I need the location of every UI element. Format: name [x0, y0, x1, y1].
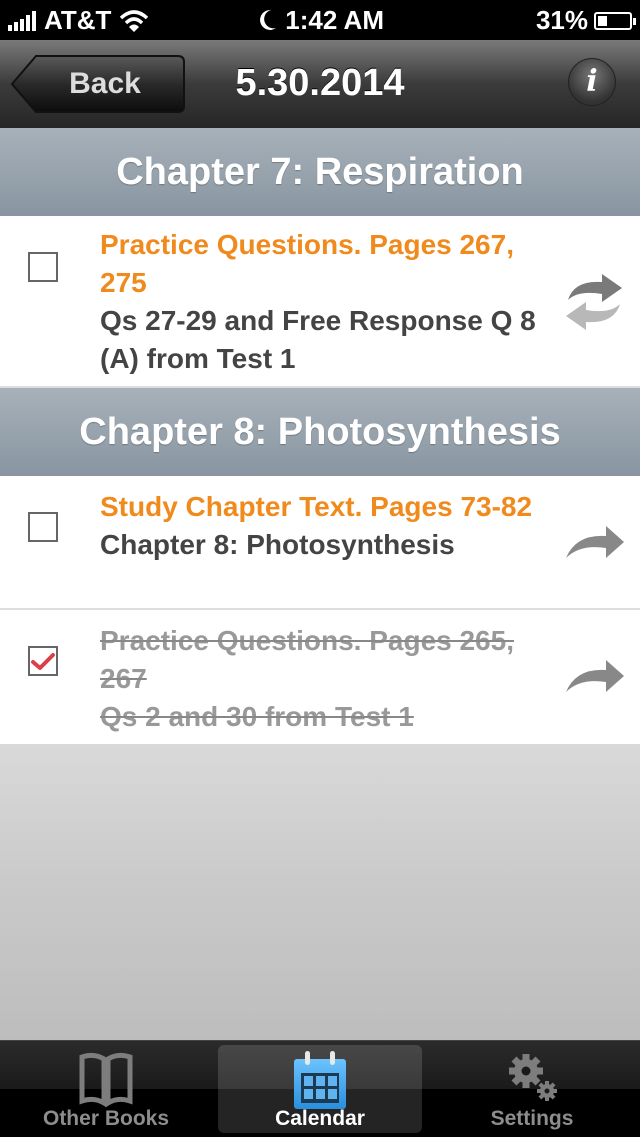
tab-label: Settings [490, 1107, 574, 1130]
tab-other-books[interactable]: Other Books [4, 1045, 208, 1133]
task-row-completed[interactable]: Practice Questions. Pages 265, 267 Qs 2 … [0, 610, 640, 744]
task-checkbox-checked[interactable] [28, 646, 58, 676]
task-row[interactable]: Study Chapter Text. Pages 73-82 Chapter … [0, 476, 640, 610]
forward-arrow-icon[interactable] [562, 514, 626, 578]
task-subtitle: Qs 2 and 30 from Test 1 [100, 701, 414, 732]
repeat-icon[interactable] [562, 270, 626, 334]
section-header-chapter-7: Chapter 7: Respiration [0, 128, 640, 216]
task-title: Practice Questions. Pages 265, 267 [100, 625, 514, 694]
tab-settings[interactable]: Settings [430, 1045, 634, 1133]
calendar-icon [294, 1051, 346, 1109]
empty-background [0, 744, 640, 1040]
battery-icon [594, 11, 636, 30]
moon-icon [260, 9, 277, 30]
task-subtitle: Chapter 8: Photosynthesis [100, 529, 455, 560]
task-title: Study Chapter Text. Pages 73-82 [100, 491, 533, 522]
tab-label: Other Books [42, 1107, 170, 1130]
book-icon [79, 1052, 133, 1108]
tab-bar: Other Books Calendar Settings [0, 1040, 640, 1137]
page-title: 5.30.2014 [235, 62, 405, 104]
clock: 1:42 AM [285, 5, 384, 35]
navigation-bar: Back 5.30.2014 i [0, 40, 640, 129]
info-button[interactable]: i [568, 58, 616, 106]
battery-percent: 31% [535, 5, 588, 35]
tab-calendar[interactable]: Calendar [218, 1045, 422, 1133]
task-row[interactable]: Practice Questions. Pages 267, 275 Qs 27… [0, 216, 640, 388]
task-checkbox[interactable] [28, 512, 58, 542]
info-icon: i [586, 64, 598, 99]
task-subtitle: Qs 27-29 and Free Response Q 8 (A) from … [100, 305, 536, 374]
gear-icon [509, 1054, 557, 1101]
section-header-chapter-8: Chapter 8: Photosynthesis [0, 388, 640, 476]
check-mark-icon [31, 653, 55, 670]
task-title: Practice Questions. Pages 267, 275 [100, 229, 514, 298]
status-bar: AT&T 1:42 AM 31% [0, 0, 640, 40]
task-checkbox[interactable] [28, 252, 58, 282]
tab-label: Calendar [275, 1107, 365, 1130]
forward-arrow-icon[interactable] [562, 648, 626, 712]
